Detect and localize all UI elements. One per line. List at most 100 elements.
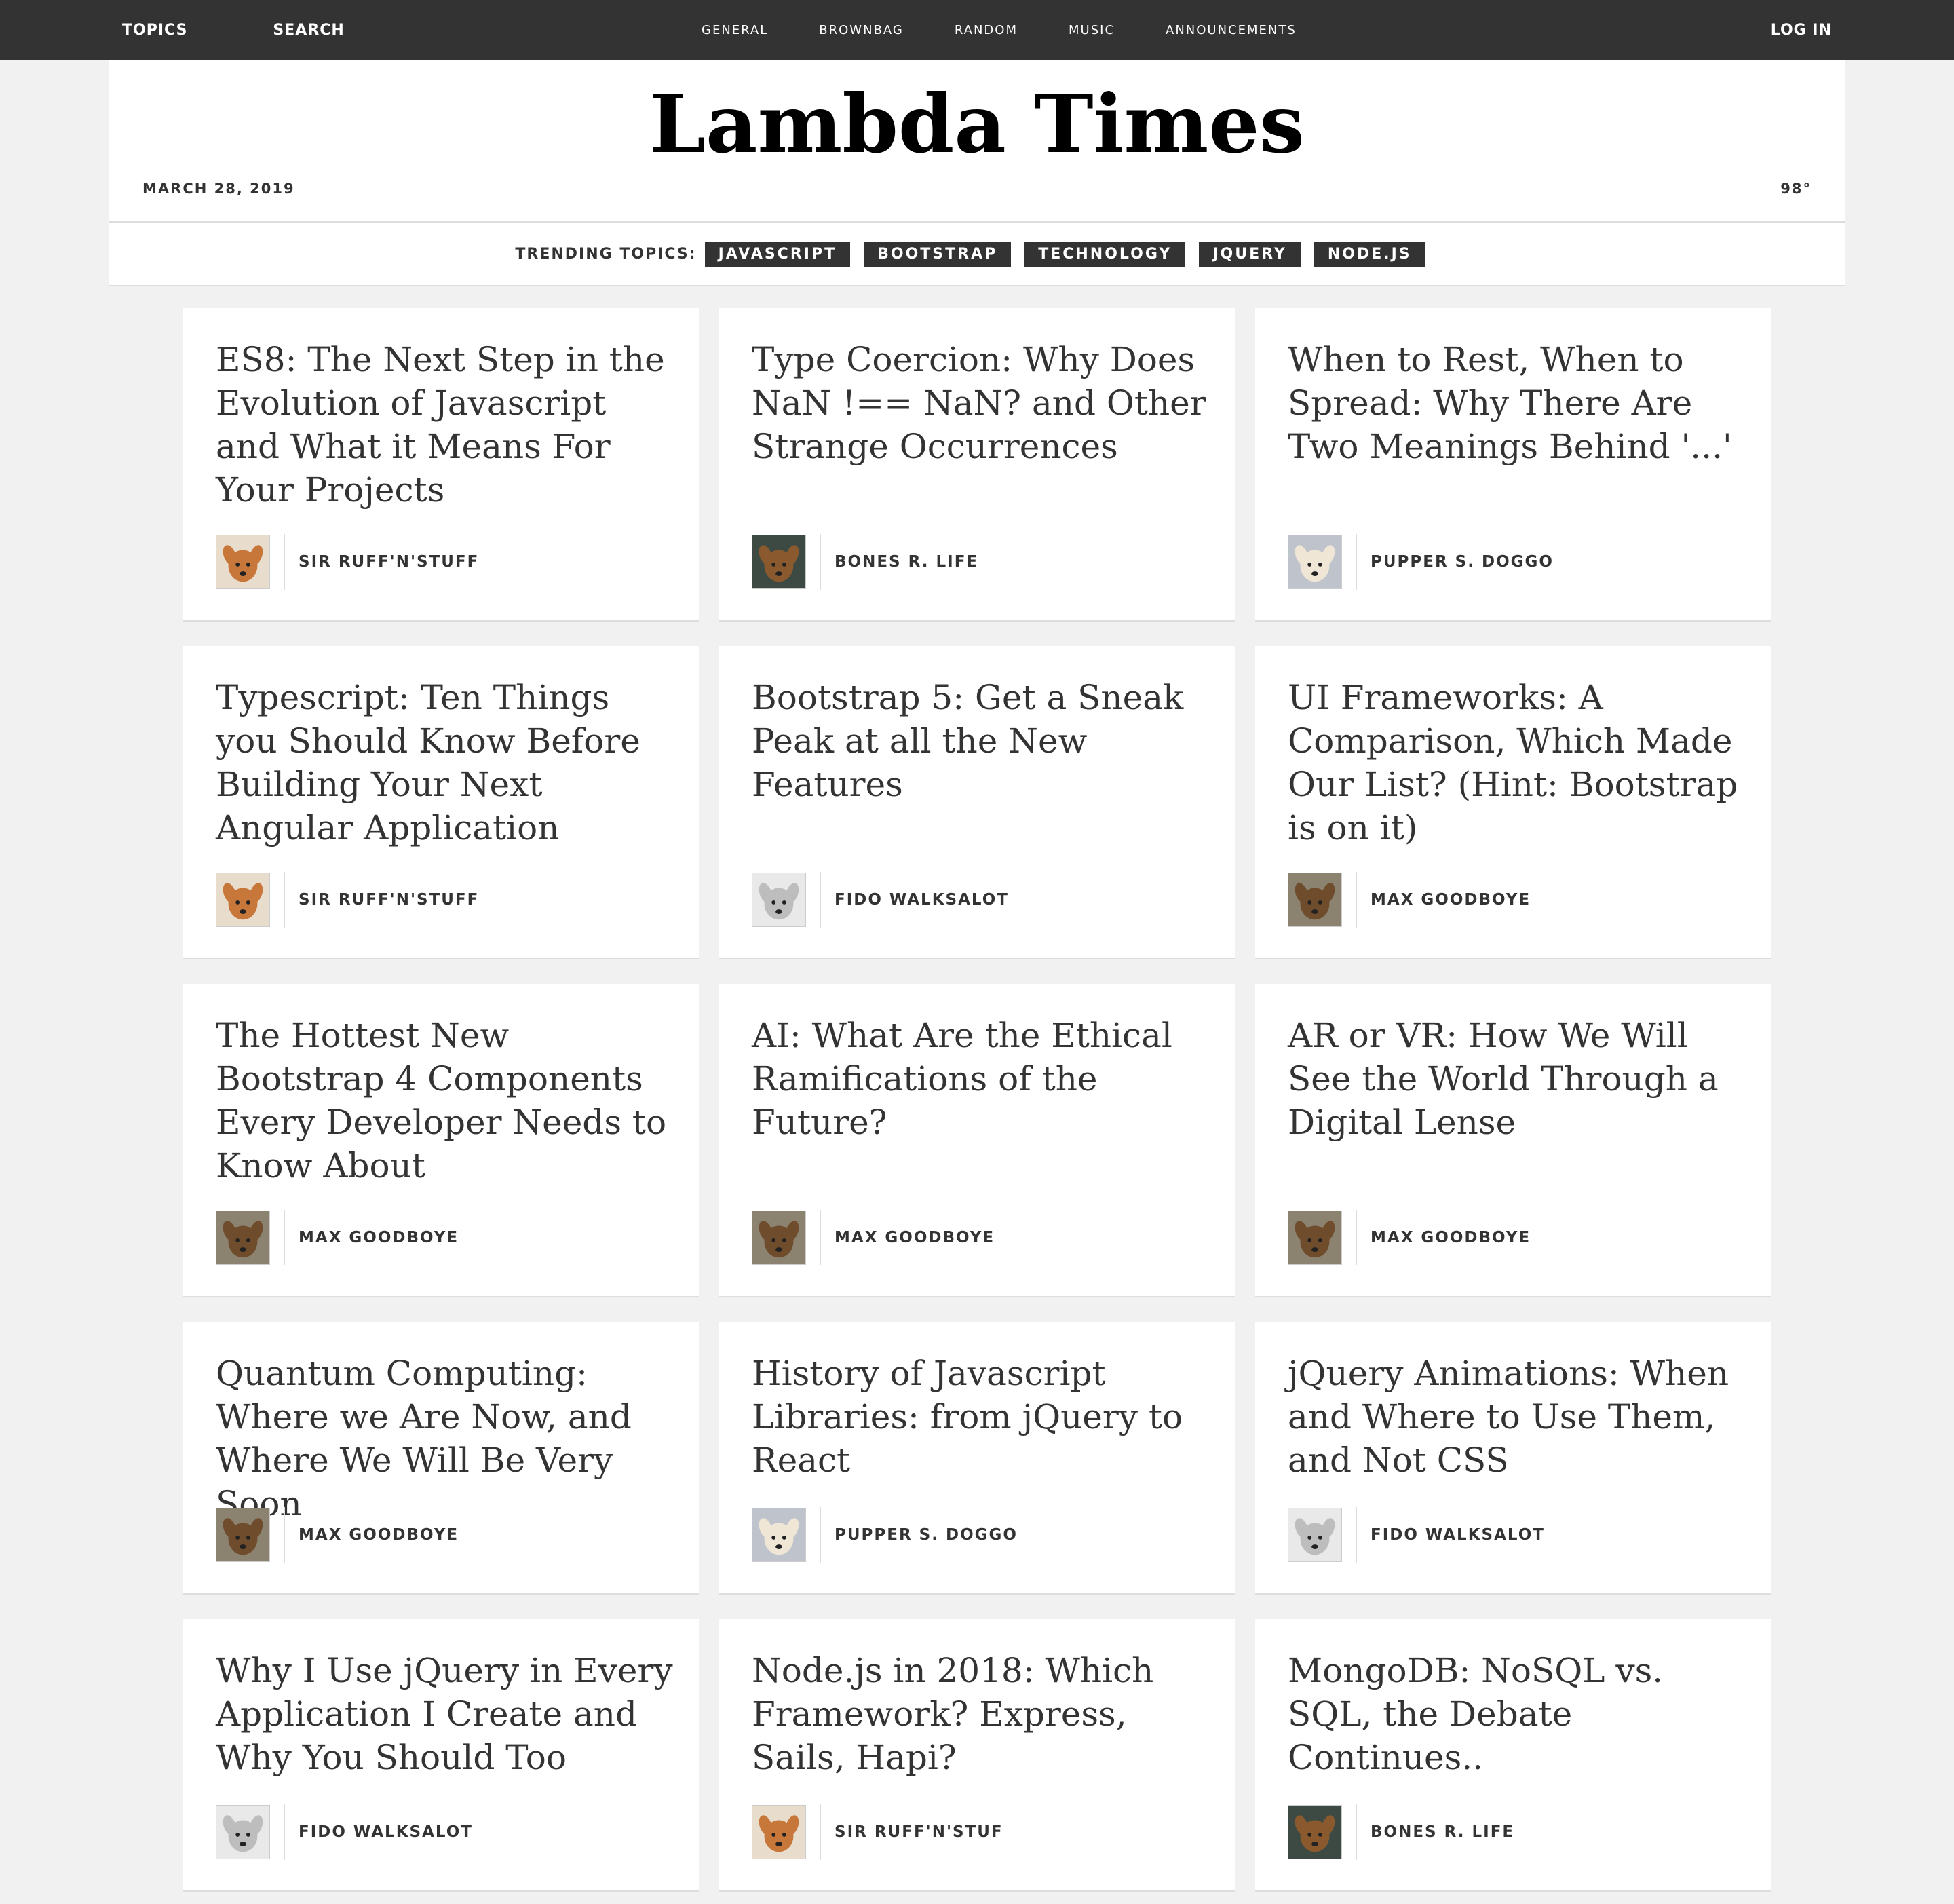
- tag-technology[interactable]: TECHNOLOGY: [1024, 241, 1186, 267]
- tag-jquery[interactable]: JQUERY: [1199, 241, 1301, 267]
- article-headline[interactable]: MongoDB: NoSQL vs. SQL, the Debate Conti…: [1288, 1649, 1749, 1779]
- topic-nav: GENERAL BROWNBAG RANDOM MUSIC ANNOUNCEME…: [702, 0, 1347, 60]
- article-author: MAX GOODBOYE: [752, 1210, 995, 1265]
- author-name: MAX GOODBOYE: [835, 1229, 995, 1246]
- article-author: PUPPER S. DOGGO: [1288, 534, 1554, 590]
- nav-music[interactable]: MUSIC: [1069, 23, 1115, 37]
- trending-topics-bar: TRENDING TOPICS: JAVASCRIPT BOOTSTRAP TE…: [109, 223, 1845, 286]
- author-divider: [820, 872, 821, 928]
- nav-general[interactable]: GENERAL: [702, 23, 768, 37]
- article-card[interactable]: Typescript: Ten Things you Should Know B…: [183, 646, 699, 959]
- article-card[interactable]: UI Frameworks: A Comparison, Which Made …: [1255, 646, 1771, 959]
- goggles-dog-icon: [216, 1211, 270, 1265]
- article-card[interactable]: AI: What Are the Ethical Ramifications o…: [719, 984, 1235, 1297]
- tag-nodejs[interactable]: NODE.JS: [1314, 241, 1425, 267]
- article-card[interactable]: Type Coercion: Why Does NaN !== NaN? and…: [719, 308, 1235, 622]
- article-card[interactable]: MongoDB: NoSQL vs. SQL, the Debate Conti…: [1255, 1619, 1771, 1892]
- article-headline[interactable]: The Hottest New Bootstrap 4 Components E…: [216, 1014, 677, 1187]
- masthead: Lambda Times MARCH 28, 2019 98°: [109, 60, 1845, 223]
- author-name: BONES R. LIFE: [1371, 1823, 1515, 1841]
- article-grid: ES8: The Next Step in the Evolution of J…: [183, 308, 1771, 1892]
- tag-bootstrap[interactable]: BOOTSTRAP: [864, 241, 1012, 267]
- brown-dog-icon: [752, 535, 806, 589]
- trending-label: TRENDING TOPICS:: [515, 245, 697, 263]
- article-headline[interactable]: History of Javascript Libraries: from jQ…: [752, 1352, 1213, 1482]
- author-divider: [284, 534, 285, 590]
- article-headline[interactable]: jQuery Animations: When and Where to Use…: [1288, 1352, 1749, 1482]
- article-author: BONES R. LIFE: [752, 534, 978, 590]
- author-name: MAX GOODBOYE: [299, 1526, 459, 1544]
- article-author: SIR RUFF'N'STUFF: [216, 534, 479, 590]
- article-headline[interactable]: Node.js in 2018: Which Framework? Expres…: [752, 1649, 1213, 1779]
- goggles-dog-icon: [216, 1508, 270, 1562]
- article-card[interactable]: ES8: The Next Step in the Evolution of J…: [183, 308, 699, 622]
- author-divider: [1356, 1507, 1357, 1563]
- author-name: PUPPER S. DOGGO: [1371, 553, 1554, 571]
- article-card[interactable]: jQuery Animations: When and Where to Use…: [1255, 1322, 1771, 1595]
- tag-javascript[interactable]: JAVASCRIPT: [704, 241, 851, 267]
- white-dog-icon: [216, 1805, 270, 1859]
- article-card[interactable]: Bootstrap 5: Get a Sneak Peak at all the…: [719, 646, 1235, 959]
- author-name: MAX GOODBOYE: [299, 1229, 459, 1246]
- article-headline[interactable]: AI: What Are the Ethical Ramifications o…: [752, 1014, 1213, 1144]
- article-card[interactable]: The Hottest New Bootstrap 4 Components E…: [183, 984, 699, 1297]
- top-left-links: TOPICS SEARCH: [122, 0, 430, 60]
- author-name: FIDO WALKSALOT: [835, 891, 1009, 909]
- nav-random[interactable]: RANDOM: [955, 23, 1018, 37]
- white-dog-icon: [752, 873, 806, 927]
- nav-brownbag[interactable]: BROWNBAG: [819, 23, 904, 37]
- author-name: MAX GOODBOYE: [1371, 891, 1531, 909]
- author-divider: [284, 1804, 285, 1860]
- puppy-icon: [1288, 535, 1342, 589]
- author-name: SIR RUFF'N'STUF: [835, 1823, 1003, 1841]
- topics-link[interactable]: TOPICS: [122, 22, 187, 39]
- search-link[interactable]: SEARCH: [273, 22, 344, 39]
- article-author: MAX GOODBOYE: [216, 1507, 459, 1563]
- orange-dog-icon: [216, 873, 270, 927]
- article-author: FIDO WALKSALOT: [1288, 1507, 1545, 1563]
- article-headline[interactable]: Quantum Computing: Where we Are Now, and…: [216, 1352, 677, 1525]
- login-link[interactable]: LOG IN: [1771, 0, 1832, 60]
- author-name: FIDO WALKSALOT: [1371, 1526, 1545, 1544]
- article-author: SIR RUFF'N'STUFF: [216, 872, 479, 928]
- author-divider: [820, 1210, 821, 1265]
- nav-announcements[interactable]: ANNOUNCEMENTS: [1166, 23, 1297, 37]
- article-card[interactable]: History of Javascript Libraries: from jQ…: [719, 1322, 1235, 1595]
- article-author: MAX GOODBOYE: [1288, 872, 1531, 928]
- article-author: FIDO WALKSALOT: [216, 1804, 473, 1860]
- author-divider: [1356, 1210, 1357, 1265]
- author-divider: [820, 534, 821, 590]
- article-headline[interactable]: ES8: The Next Step in the Evolution of J…: [216, 338, 677, 512]
- article-card[interactable]: Why I Use jQuery in Every Application I …: [183, 1619, 699, 1892]
- author-divider: [284, 872, 285, 928]
- author-divider: [820, 1804, 821, 1860]
- white-dog-icon: [1288, 1508, 1342, 1562]
- author-name: FIDO WALKSALOT: [299, 1823, 473, 1841]
- author-name: MAX GOODBOYE: [1371, 1229, 1531, 1246]
- author-name: BONES R. LIFE: [835, 553, 979, 571]
- goggles-dog-icon: [1288, 1211, 1342, 1265]
- article-headline[interactable]: Why I Use jQuery in Every Application I …: [216, 1649, 677, 1779]
- author-divider: [1356, 534, 1357, 590]
- article-headline[interactable]: Typescript: Ten Things you Should Know B…: [216, 676, 677, 850]
- author-name: PUPPER S. DOGGO: [835, 1526, 1018, 1544]
- article-author: FIDO WALKSALOT: [752, 872, 1009, 928]
- article-card[interactable]: When to Rest, When to Spread: Why There …: [1255, 308, 1771, 622]
- goggles-dog-icon: [752, 1211, 806, 1265]
- article-headline[interactable]: When to Rest, When to Spread: Why There …: [1288, 338, 1749, 468]
- puppy-icon: [752, 1508, 806, 1562]
- article-headline[interactable]: AR or VR: How We Will See the World Thro…: [1288, 1014, 1749, 1144]
- article-card[interactable]: Quantum Computing: Where we Are Now, and…: [183, 1322, 699, 1595]
- article-headline[interactable]: Type Coercion: Why Does NaN !== NaN? and…: [752, 338, 1213, 468]
- article-headline[interactable]: Bootstrap 5: Get a Sneak Peak at all the…: [752, 676, 1213, 806]
- header-date: MARCH 28, 2019: [142, 180, 295, 197]
- top-bar: TOPICS SEARCH GENERAL BROWNBAG RANDOM MU…: [0, 0, 1954, 60]
- author-name: SIR RUFF'N'STUFF: [299, 891, 480, 909]
- article-card[interactable]: Node.js in 2018: Which Framework? Expres…: [719, 1619, 1235, 1892]
- article-headline[interactable]: UI Frameworks: A Comparison, Which Made …: [1288, 676, 1749, 850]
- orange-dog-icon: [216, 535, 270, 589]
- article-author: SIR RUFF'N'STUF: [752, 1804, 1003, 1860]
- article-author: BONES R. LIFE: [1288, 1804, 1514, 1860]
- goggles-dog-icon: [1288, 873, 1342, 927]
- article-card[interactable]: AR or VR: How We Will See the World Thro…: [1255, 984, 1771, 1297]
